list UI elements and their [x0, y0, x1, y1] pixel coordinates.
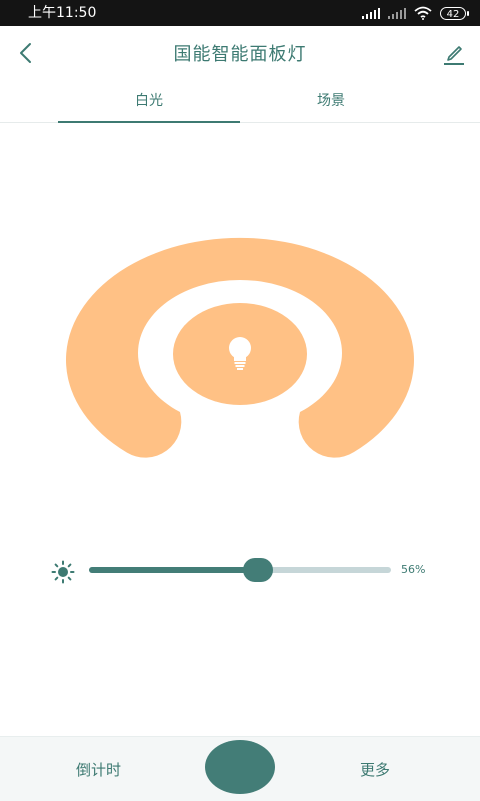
- lamp-center-button[interactable]: [173, 303, 307, 405]
- battery-icon: 42: [440, 6, 469, 20]
- page-title: 国能智能面板灯: [173, 44, 307, 65]
- tab-bar: 白光 场景: [0, 80, 480, 123]
- power-button[interactable]: [205, 740, 275, 794]
- slider-thumb[interactable]: [243, 558, 274, 582]
- status-bar: 上午11:50 42: [0, 0, 480, 26]
- status-time: 上午11:50: [28, 5, 97, 21]
- signal-icon: [362, 7, 380, 19]
- wifi-icon: [414, 6, 432, 20]
- brightness-percent: 56%: [401, 563, 426, 576]
- countdown-button[interactable]: 倒计时: [76, 759, 121, 780]
- tab-scene[interactable]: 场景: [240, 80, 422, 122]
- edit-pencil-icon[interactable]: [442, 40, 466, 66]
- status-icons: 42: [362, 5, 469, 21]
- more-button[interactable]: 更多: [360, 759, 390, 780]
- signal-2-icon: [388, 7, 406, 19]
- tab-white-light[interactable]: 白光: [58, 80, 240, 123]
- lamp-graphic: [66, 237, 414, 458]
- slider-fill: [89, 567, 259, 573]
- brightness-slider[interactable]: [89, 558, 391, 582]
- header: 国能智能面板灯: [0, 26, 480, 80]
- brightness-sun-icon: [51, 560, 75, 584]
